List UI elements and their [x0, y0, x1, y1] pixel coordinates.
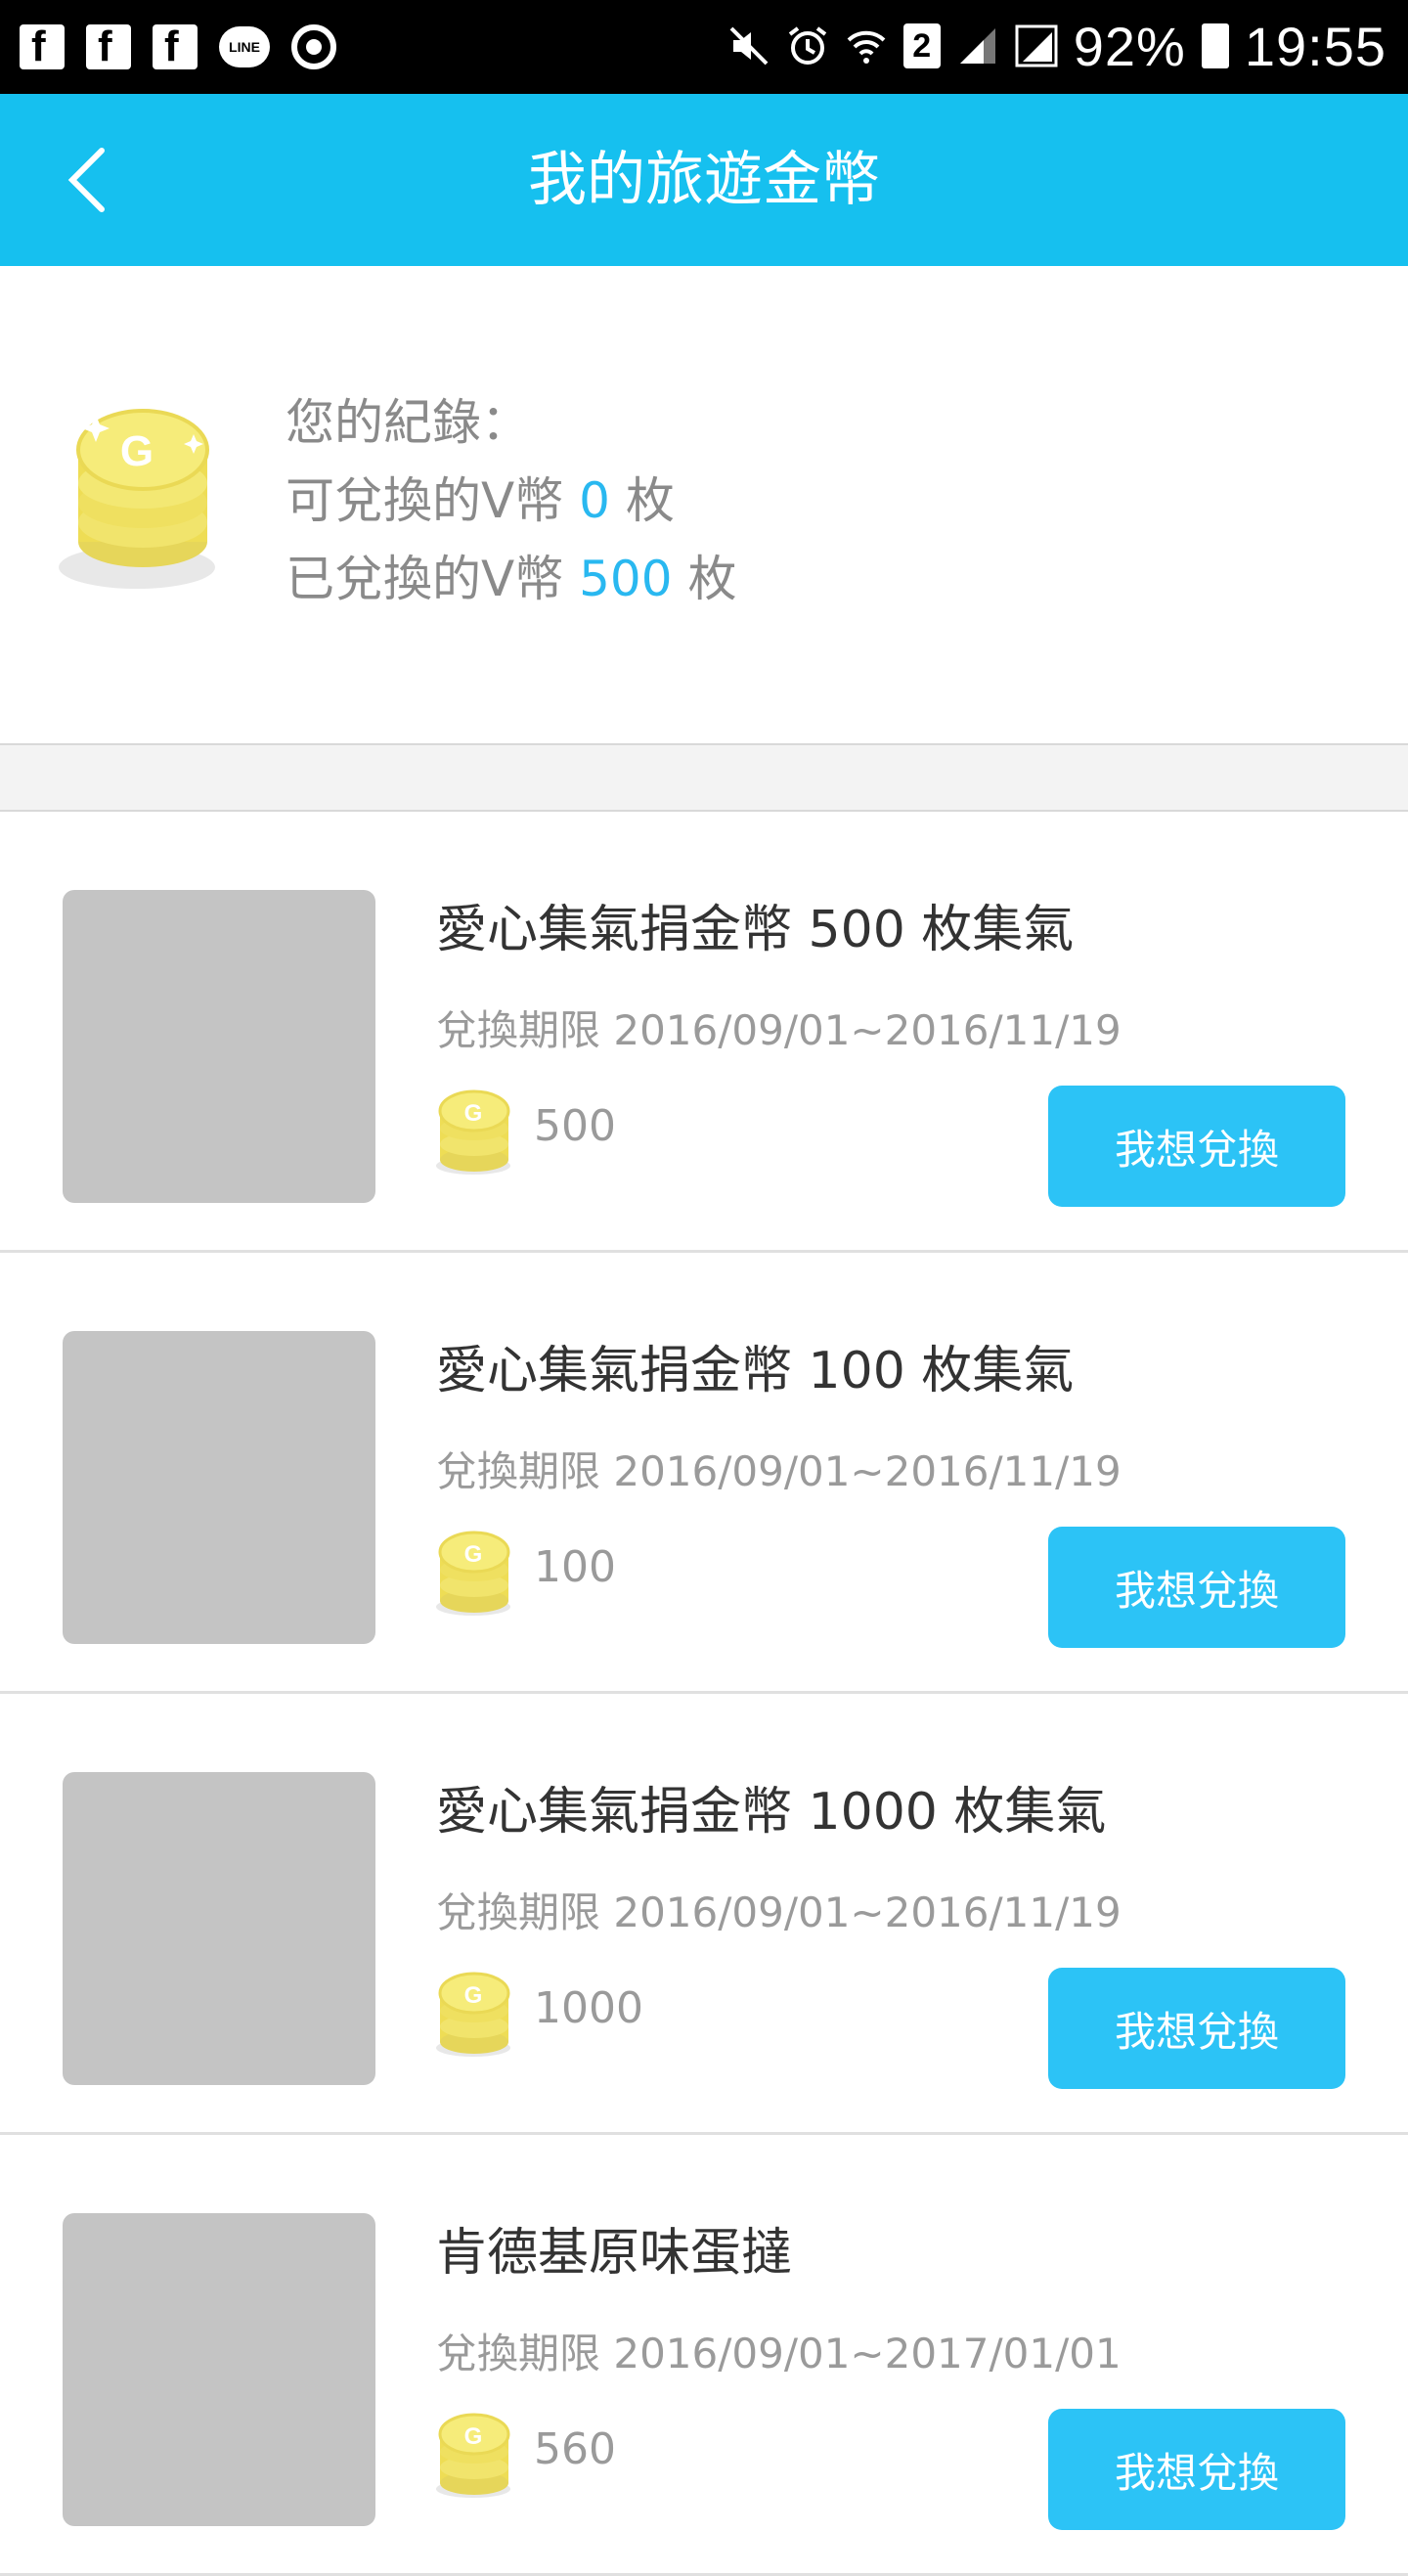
line-icon: LINE	[219, 26, 270, 67]
unit-label: 枚	[625, 472, 675, 529]
item-price: 500	[534, 1101, 616, 1151]
available-coins-row: 可兌換的V幣 0 枚	[286, 462, 736, 540]
svg-text:G: G	[464, 1100, 483, 1127]
item-period: 兌換期限 2016/09/01~2016/11/19	[436, 1888, 1122, 1936]
coin-icon: G	[436, 1531, 510, 1616]
battery-icon	[1201, 23, 1229, 68]
chrome-icon	[291, 24, 336, 69]
item-price: 560	[534, 2424, 616, 2474]
unit-label: 枚	[687, 551, 737, 607]
item-period: 兌換期限 2016/09/01~2016/11/19	[436, 1447, 1122, 1495]
item-period: 兌換期限 2016/09/01~2017/01/01	[436, 2330, 1122, 2377]
item-period: 兌換期限 2016/09/01~2016/11/19	[436, 1006, 1122, 1054]
svg-text:G: G	[464, 1982, 483, 2009]
redeem-button[interactable]: 我想兌換	[1048, 1086, 1345, 1207]
mute-icon	[727, 24, 770, 67]
available-value: 0	[579, 472, 610, 529]
list-item[interactable]: 肯德基原味蛋撻 兌換期限 2016/09/01~2017/01/01 G 560…	[0, 2135, 1408, 2576]
system-icons: 2 92% 19:55	[727, 14, 1386, 78]
svg-text:G: G	[120, 427, 154, 475]
list-item[interactable]: 愛心集氣捐金幣 100 枚集氣 兌換期限 2016/09/01~2016/11/…	[0, 1253, 1408, 1694]
item-title: 愛心集氣捐金幣 100 枚集氣	[436, 1342, 1075, 1400]
item-title: 肯德基原味蛋撻	[436, 2224, 793, 2283]
item-title: 愛心集氣捐金幣 500 枚集氣	[436, 901, 1075, 959]
alarm-icon	[786, 24, 829, 67]
svg-text:G: G	[464, 1541, 483, 1568]
notification-icons: LINE	[20, 18, 336, 76]
item-thumbnail	[63, 1331, 375, 1644]
battery-percent: 92%	[1073, 15, 1186, 77]
item-price: 100	[534, 1542, 616, 1592]
item-thumbnail	[63, 2213, 375, 2526]
redeemed-label: 已兌換的V幣	[286, 551, 564, 607]
item-price: 1000	[534, 1983, 643, 2033]
coin-stack-icon: G	[59, 409, 215, 589]
reward-list: 愛心集氣捐金幣 500 枚集氣 兌換期限 2016/09/01~2016/11/…	[0, 812, 1408, 2576]
page-title: 我的旅遊金幣	[528, 146, 880, 214]
signal-icon	[1015, 24, 1058, 67]
wifi-icon	[845, 24, 888, 67]
svg-text:G: G	[464, 2423, 483, 2450]
redeem-button[interactable]: 我想兌換	[1048, 1527, 1345, 1648]
sim-slot-icon: 2	[902, 23, 941, 68]
item-title: 愛心集氣捐金幣 1000 枚集氣	[436, 1783, 1107, 1842]
section-divider	[0, 745, 1408, 812]
list-item[interactable]: 愛心集氣捐金幣 500 枚集氣 兌換期限 2016/09/01~2016/11/…	[0, 812, 1408, 1253]
coin-icon: G	[436, 1089, 510, 1175]
coin-icon: G	[436, 2413, 510, 2498]
redeem-button[interactable]: 我想兌換	[1048, 2409, 1345, 2530]
facebook-icon	[20, 22, 65, 71]
list-item[interactable]: 愛心集氣捐金幣 1000 枚集氣 兌換期限 2016/09/01~2016/11…	[0, 1694, 1408, 2135]
clock: 19:55	[1244, 15, 1386, 77]
item-thumbnail	[63, 890, 375, 1203]
summary-text: 您的紀錄： 可兌換的V幣 0 枚 已兌換的V幣 500 枚	[286, 383, 736, 618]
redeem-button[interactable]: 我想兌換	[1048, 1968, 1345, 2089]
redeemed-value: 500	[579, 551, 673, 607]
available-label: 可兌換的V幣	[286, 472, 564, 529]
item-thumbnail	[63, 1772, 375, 2085]
coin-summary: G 您的紀錄： 可兌換的V幣 0 枚 已兌換的V幣 500 枚	[0, 266, 1408, 745]
coin-icon: G	[436, 1972, 510, 2057]
app-bar: 我的旅遊金幣	[0, 94, 1408, 266]
summary-heading: 您的紀錄：	[286, 394, 530, 451]
facebook-icon	[153, 22, 198, 71]
facebook-icon	[86, 22, 131, 71]
signal-icon	[956, 24, 999, 67]
status-bar: LINE 2 92% 19:55	[0, 0, 1408, 94]
redeemed-coins-row: 已兌換的V幣 500 枚	[286, 540, 736, 618]
